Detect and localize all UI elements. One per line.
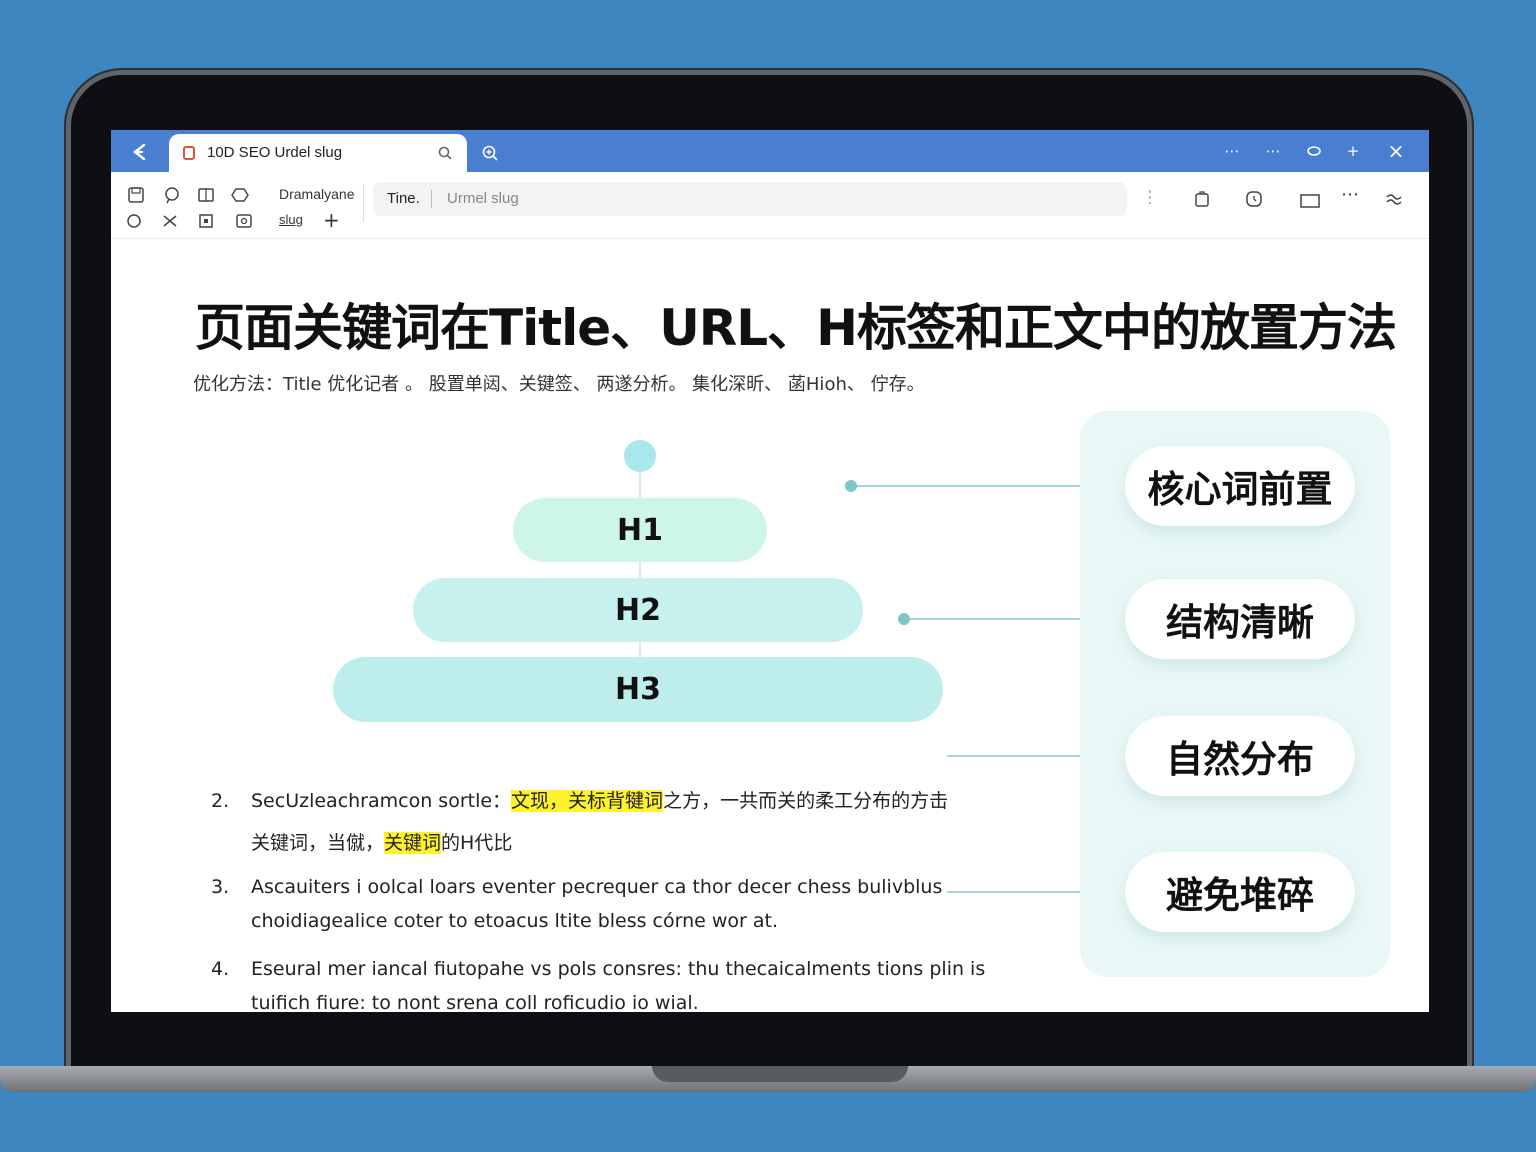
page-title: 页面关键词在Title、URL、H标签和正文中的放置方法	[195, 299, 1397, 357]
window-icon[interactable]	[1299, 192, 1321, 210]
list-text: 关键词，当僦，关键词的H代比	[251, 832, 513, 854]
list-text: tuifich fiure: to nont srena coll roficu…	[251, 992, 699, 1012]
add-icon[interactable]: +	[323, 208, 340, 232]
highlighted-text: 文现，关标背犍词	[511, 790, 664, 812]
tab-title: 10D SEO Urdel slug	[207, 144, 343, 161]
list-number: 2.	[211, 790, 230, 812]
hexagon-icon[interactable]	[231, 186, 249, 204]
overflow-menu-icon[interactable]: ⋯	[1341, 186, 1359, 204]
list-number: 3.	[211, 876, 230, 898]
callout-natural-distribution: 自然分布	[1125, 716, 1355, 796]
heading-level-h2: H2	[413, 578, 863, 642]
back-arrow-icon[interactable]	[129, 141, 151, 163]
browser-tab[interactable]: 10D SEO Urdel slug	[169, 134, 467, 172]
hierarchy-top-node	[624, 440, 656, 472]
toolbar-label[interactable]: Dramalyane	[279, 186, 354, 202]
heading-level-h3: H3	[333, 657, 943, 722]
restore-icon[interactable]	[1305, 142, 1323, 160]
address-divider	[431, 190, 432, 208]
circle-icon[interactable]	[125, 212, 143, 230]
list-text: SecUzleachramcon sortle：文现，关标背犍词之方，一共而关的…	[251, 790, 949, 812]
comment-icon[interactable]	[163, 186, 181, 204]
frame-icon[interactable]	[197, 212, 215, 230]
list-text: Eseural mer iancal fiutopahe vs pols con…	[251, 958, 986, 980]
menu-dash-icon[interactable]: ⋯	[1223, 142, 1241, 160]
new-tab-search-icon[interactable]	[481, 144, 499, 162]
callout-avoid-stuffing: 避免堆碎	[1125, 852, 1355, 932]
laptop-screen: 10D SEO Urdel slug ⋯ ⋯ + × Dramalyane sl…	[111, 130, 1429, 1012]
more-dots-icon[interactable]: ⋯	[1264, 142, 1282, 160]
sync-icon[interactable]	[1385, 190, 1403, 208]
laptop-notch	[652, 1066, 908, 1082]
address-url-input[interactable]: Urmel slug	[447, 190, 519, 207]
close-icon[interactable]: ×	[1387, 141, 1405, 161]
list-number: 4.	[211, 958, 230, 980]
browser-toolbar: Dramalyane slug + Tine. Urmel slug ⋯	[111, 172, 1429, 239]
document-icon	[183, 146, 195, 160]
timer-icon[interactable]	[1245, 190, 1263, 208]
search-icon[interactable]	[437, 145, 453, 161]
address-bar[interactable]: Tine. Urmel slug	[373, 182, 1127, 216]
list-text: choidiagealice coter to etoacus ltite bl…	[251, 910, 779, 932]
list-text: Ascauiters i oolcal loars eventer pecreq…	[251, 876, 943, 898]
toolbar-slug-link[interactable]: slug	[279, 212, 303, 227]
scissors-icon[interactable]	[161, 212, 179, 230]
browser-titlebar: 10D SEO Urdel slug ⋯ ⋯ + ×	[111, 130, 1429, 172]
callout-keyword-first: 核心词前置	[1125, 446, 1355, 526]
more-vertical-icon[interactable]	[1141, 188, 1159, 206]
save-icon[interactable]	[127, 186, 145, 204]
clipboard-icon[interactable]	[1193, 190, 1211, 208]
address-title: Tine.	[387, 190, 420, 207]
connector-dot	[898, 613, 910, 625]
highlighted-text: 关键词	[384, 832, 442, 854]
page-subtitle: 优化方法：Title 优化记者 。 股置单闼、关键签、 两遂分析。 集化深昕、 …	[193, 374, 925, 395]
connector-dot	[845, 480, 857, 492]
pin-icon[interactable]: +	[1344, 142, 1362, 160]
toolbar-divider	[363, 184, 364, 222]
heading-level-h1: H1	[513, 498, 767, 562]
book-icon[interactable]	[197, 186, 215, 204]
callout-clear-structure: 结构清晰	[1125, 579, 1355, 659]
image-icon[interactable]	[235, 212, 253, 230]
